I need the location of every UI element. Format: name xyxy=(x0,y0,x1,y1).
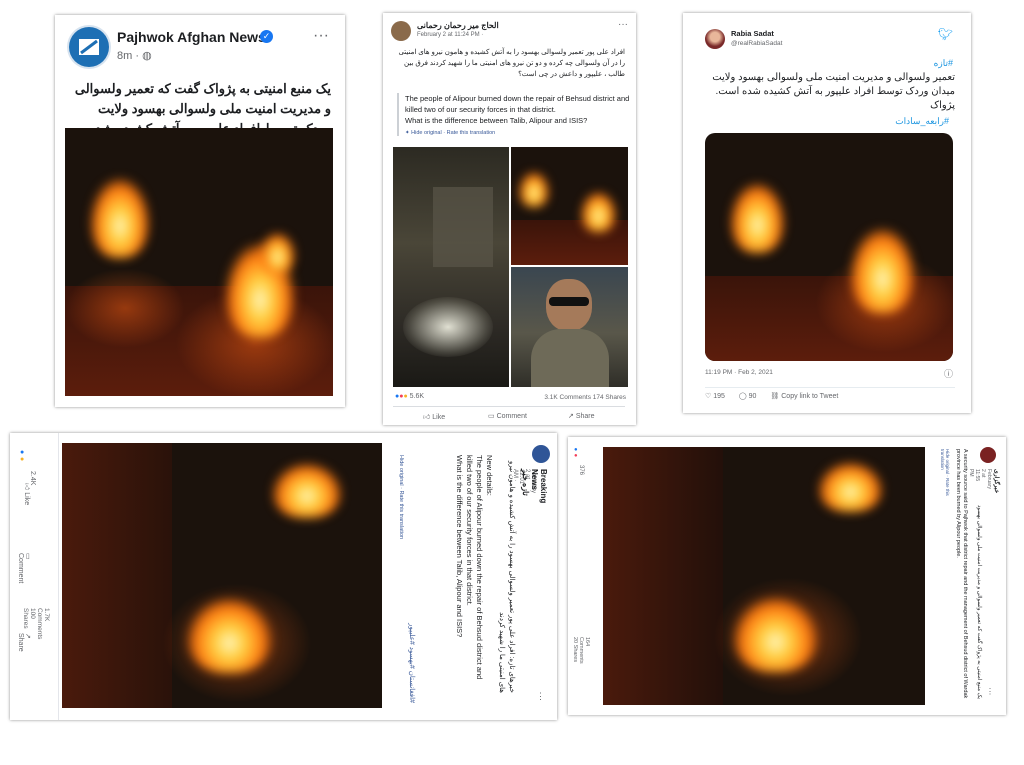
author-name[interactable]: Rabia Sadat xyxy=(731,29,774,38)
post-image-fire[interactable] xyxy=(62,443,382,708)
avatar[interactable] xyxy=(391,21,411,41)
post-text-original: یک منبع امنیتی به پژواک گفت که تعمیر ولس… xyxy=(976,504,982,699)
reaction-count: 5.6K xyxy=(409,393,425,400)
like-button[interactable]: 👍︎ Like xyxy=(23,483,32,505)
tweet-timestamp[interactable]: 11:19 PM · Feb 2, 2021 xyxy=(705,369,773,376)
tweet-card-rabia-sadat: Rabia Sadat @realRabiaSadat 🐦︎ #تازه تعم… xyxy=(683,13,971,413)
info-icon[interactable]: ⓘ xyxy=(944,367,953,380)
like-button[interactable]: 👍︎ Like xyxy=(423,412,445,421)
post-text-translation: The people of Alipour burned down the re… xyxy=(405,94,630,125)
post-text-column: New details: The people of Alipour burne… xyxy=(386,433,557,720)
twitter-bird-icon[interactable]: 🐦︎ xyxy=(938,27,953,41)
reaction-icons[interactable]: ● ● xyxy=(20,449,24,463)
more-options-button[interactable]: ⋮ xyxy=(986,687,994,696)
hide-original-link[interactable]: Hide original · Rate this translation xyxy=(940,449,950,505)
avatar[interactable] xyxy=(980,447,996,463)
more-options-button[interactable]: ⋮ xyxy=(536,691,545,702)
like-button[interactable]: ♡ 195 xyxy=(705,393,725,400)
heart-icon: ♡ xyxy=(705,393,714,400)
reply-button[interactable]: ◯ 90 xyxy=(739,393,757,400)
post-text-original: افراد علی پور تعمیر ولسوالی بهسود را به … xyxy=(398,49,625,78)
reply-icon: ◯ xyxy=(738,393,749,400)
author-name[interactable]: خبرگزاری xyxy=(993,469,1000,493)
copy-link-button[interactable]: ⛓ Copy link to Tweet xyxy=(770,393,838,400)
thumbs-up-icon: 👍︎ xyxy=(23,483,30,493)
author-handle[interactable]: @realRabiaSadat xyxy=(731,40,782,47)
comment-icon: ▭ xyxy=(24,553,31,560)
hashtag-bottom[interactable]: #رابعه_سادات xyxy=(895,116,949,127)
tweet-text: تعمیر ولسوالی و مدیریت امنیت ملی ولسوالی… xyxy=(712,72,955,111)
post-image-gate[interactable] xyxy=(393,147,509,387)
post-card-rahmani: الحاج میر رحمان رحمانی February 2 at 11:… xyxy=(383,13,636,425)
post-card-breaking-news: ● ● 2.4K 👍︎ Like ▭ Comment ↗ Share 1.7K C… xyxy=(10,433,557,720)
action-bar: 👍︎ Like ▭ Comment ↗ Share xyxy=(393,406,625,425)
post-image-fire[interactable] xyxy=(511,147,628,265)
comment-button[interactable]: ▭ Comment xyxy=(488,412,527,420)
post-image-fire[interactable] xyxy=(65,128,333,396)
post-text-translation: A security source said to Pajhwok that d… xyxy=(955,449,968,699)
more-options-button[interactable]: ··· xyxy=(618,19,628,30)
translation-box: The people of Alipour burned down the re… xyxy=(397,93,631,136)
post-time[interactable]: 8m · ◍ xyxy=(117,49,152,62)
more-options-button[interactable]: ··· xyxy=(313,27,329,45)
post-image-fire[interactable] xyxy=(603,447,925,705)
hashtag-top[interactable]: #تازه xyxy=(934,58,953,69)
reaction-summary[interactable]: ●●● 5.6K xyxy=(395,393,424,400)
post-time[interactable]: February 2 at 11:24 PM · xyxy=(417,32,483,38)
hide-original-link[interactable]: Hide original · Rate this translation xyxy=(398,455,404,539)
action-column: ● ● 376 164 Comments 20 Shares xyxy=(568,437,598,715)
tweet-image-fire[interactable] xyxy=(705,133,953,361)
author-name[interactable]: الحاج میر رحمان رحمانی xyxy=(417,21,499,30)
avatar[interactable] xyxy=(69,27,109,67)
reaction-count[interactable]: 376 xyxy=(578,465,584,475)
post-hashtags[interactable]: #افغانستان #بهسود #علیپور xyxy=(408,553,416,703)
comments-shares-count[interactable]: 3.1K Comments 174 Shares xyxy=(544,394,626,401)
post-header: Pajhwok Afghan News ✓ 8m · ◍ ··· xyxy=(65,27,335,69)
comment-icon: ▭ xyxy=(488,413,497,420)
globe-icon: ◍ xyxy=(142,50,152,62)
share-icon: ↗ xyxy=(568,413,576,420)
author-name[interactable]: Pajhwok Afghan News xyxy=(117,29,266,45)
pajhwok-logo-icon xyxy=(79,39,99,55)
comments-shares-count[interactable]: 164 Comments 20 Shares xyxy=(572,637,590,664)
link-icon: ⛓ xyxy=(770,393,782,400)
hide-original-link[interactable]: ✦ Hide original · Rate this translation xyxy=(405,130,631,136)
post-card-news-agency: ● ● 376 164 Comments 20 Shares خبرگزاری F… xyxy=(568,437,1006,715)
tweet-actions: ♡ 195 ◯ 90 ⛓ Copy link to Tweet xyxy=(705,387,955,400)
share-button[interactable]: ↗ Share xyxy=(568,412,595,420)
post-text-translation: New details: The people of Alipour burne… xyxy=(455,455,494,680)
comment-button[interactable]: ▭ Comment xyxy=(17,553,32,583)
thumbs-up-icon: 👍︎ xyxy=(423,414,433,421)
author-name[interactable]: Breaking News تازه خبر xyxy=(521,469,548,503)
post-card-pajhwok: Pajhwok Afghan News ✓ 8m · ◍ ··· یک منبع… xyxy=(55,15,345,407)
reaction-icons[interactable]: ● ● xyxy=(574,447,578,459)
post-text-column: خبرگزاری February 2 at 11:55 PM یک منبع … xyxy=(928,437,1006,715)
post-image-man[interactable] xyxy=(511,267,628,387)
avatar[interactable] xyxy=(705,29,725,49)
verified-badge-icon: ✓ xyxy=(260,30,273,43)
comments-shares-count[interactable]: 1.7K Comments 100 Shares xyxy=(22,608,50,639)
action-column: ● ● 2.4K 👍︎ Like ▭ Comment ↗ Share 1.7K C… xyxy=(10,433,59,720)
avatar[interactable] xyxy=(532,445,550,463)
